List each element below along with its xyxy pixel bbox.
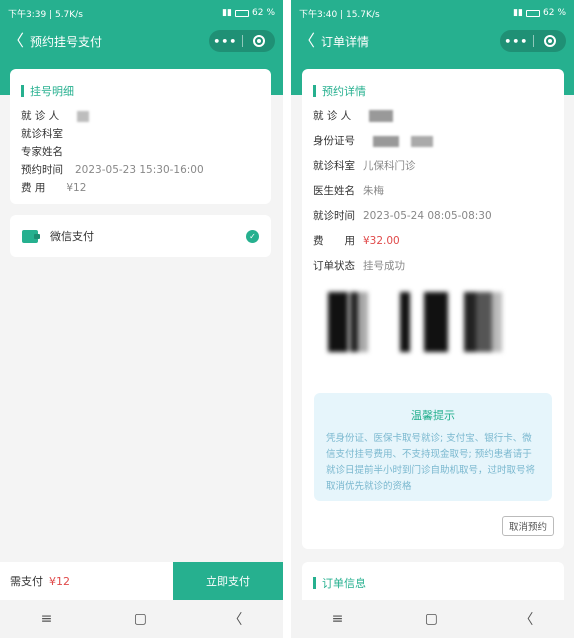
pay-amount: ¥12 [49, 574, 70, 588]
payment-screen: 下午3:39 | 5.7K/s ▮▮ 62% 〈 预约挂号支付 ••• 挂号明细… [0, 0, 283, 638]
home-icon[interactable]: ▢ [425, 611, 438, 627]
detail-row-time: 预约时间 2023-05-23 15:30-16:00 [21, 164, 204, 176]
more-icon[interactable]: ••• [209, 35, 242, 48]
check-icon: ✓ [246, 229, 259, 243]
nav-bar: 〈 预约挂号支付 ••• [0, 26, 283, 56]
order-section-title: 订单信息 [313, 575, 366, 591]
battery-icon [525, 9, 540, 17]
status-bar: 下午3:40 | 15.7K/s ▮▮ 62% [299, 8, 566, 20]
detail-row-patient: 就 诊 人 [313, 108, 394, 123]
mini-program-capsule: ••• [209, 30, 275, 52]
detail-row-id: 身份证号 [313, 133, 433, 148]
detail-row-status: 订单状态 挂号成功 [313, 260, 405, 272]
wallet-icon [22, 229, 40, 243]
section-title: 挂号明细 [21, 83, 74, 99]
system-back-icon[interactable]: 〈 [519, 609, 533, 629]
redacted-id-1 [373, 135, 399, 147]
pay-footer: 需支付 ¥12 立即支付 [0, 562, 283, 600]
order-detail-screen: 下午3:40 | 15.7K/s ▮▮ 62% 〈 订单详情 ••• 预约详情 … [291, 0, 574, 638]
detail-row-dept: 就诊科室 [21, 128, 63, 140]
status-time: 下午3:40 | 15.7K/s [299, 9, 380, 20]
section-title: 预约详情 [313, 83, 366, 99]
appointment-detail-card: 预约详情 就 诊 人 身份证号 就诊科室 儿保科门诊 医生姓名 朱梅 就诊时间 202… [302, 69, 564, 549]
cancel-appointment-button[interactable]: 取消预约 [502, 516, 554, 536]
need-pay-label: 需支付 [10, 575, 43, 588]
system-back-icon[interactable]: 〈 [228, 609, 242, 629]
pay-now-button[interactable]: 立即支付 [173, 562, 283, 600]
status-bar: 下午3:39 | 5.7K/s ▮▮ 62% [8, 8, 275, 20]
redacted-patient [369, 110, 394, 122]
menu-icon[interactable]: ≡ [41, 611, 53, 627]
signal-icon: ▮▮ [513, 8, 523, 18]
battery-level: 62 [251, 8, 264, 18]
page-title: 订单详情 [321, 34, 370, 49]
tips-title: 温馨提示 [411, 409, 455, 422]
home-icon[interactable]: ▢ [134, 611, 147, 627]
back-icon[interactable]: 〈 [8, 33, 26, 49]
detail-row-fee: 费 用 ¥32.00 [313, 235, 400, 247]
detail-row-time: 就诊时间 2023-05-24 08:05-08:30 [313, 210, 492, 222]
battery-icon [234, 9, 249, 17]
mini-program-capsule: ••• [500, 30, 566, 52]
detail-row-doctor: 医生姓名 朱梅 [313, 185, 384, 197]
menu-icon[interactable]: ≡ [332, 611, 344, 627]
battery-level: 62 [542, 8, 555, 18]
status-time: 下午3:39 | 5.7K/s [8, 9, 83, 20]
close-mini-program-icon[interactable] [533, 35, 566, 47]
redacted-id-2 [411, 135, 433, 147]
tips-box: 温馨提示 凭身份证、医保卡取号就诊; 支付宝、银行卡、微信支付挂号费用、不支持现… [314, 393, 552, 501]
detail-row-patient: 就 诊 人 [21, 108, 89, 123]
detail-row-fee: 费 用 ¥12 [21, 182, 87, 194]
nav-bar: 〈 订单详情 ••• [291, 26, 574, 56]
back-icon[interactable]: 〈 [299, 33, 317, 49]
registration-detail-card: 挂号明细 就 诊 人 就诊科室 专家姓名 预约时间 2023-05-23 15:3… [10, 69, 271, 204]
more-icon[interactable]: ••• [500, 35, 533, 48]
redacted-patient [76, 110, 89, 122]
page-title: 预约挂号支付 [30, 34, 103, 49]
system-nav-bar: ≡ ▢ 〈 [0, 600, 283, 638]
close-mini-program-icon[interactable] [242, 35, 275, 47]
tips-body: 凭身份证、医保卡取号就诊; 支付宝、银行卡、微信支付挂号费用、不支持现金取号; … [326, 433, 536, 492]
system-nav-bar: ≡ ▢ 〈 [291, 600, 574, 638]
detail-row-dept: 就诊科室 儿保科门诊 [313, 160, 416, 172]
detail-row-doctor: 专家姓名 [21, 146, 63, 158]
redacted-barcode [328, 284, 538, 356]
payment-method-card[interactable]: 微信支付 ✓ [10, 215, 271, 257]
signal-icon: ▮▮ [222, 8, 232, 18]
payment-method-label: 微信支付 [50, 230, 94, 243]
